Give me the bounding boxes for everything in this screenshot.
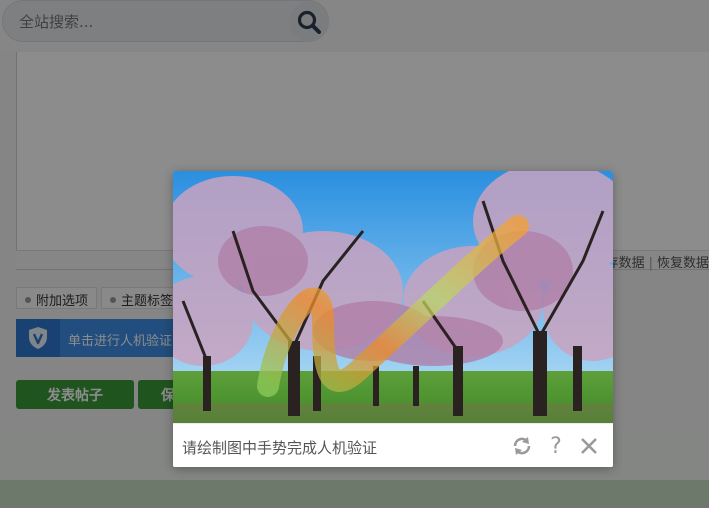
captcha-dialog: 请绘制图中手势完成人机验证 ? (173, 171, 613, 467)
captcha-image[interactable] (173, 171, 613, 423)
captcha-footer: 请绘制图中手势完成人机验证 ? (173, 423, 613, 467)
help-icon[interactable]: ? (544, 434, 568, 459)
close-icon[interactable] (577, 434, 601, 458)
refresh-icon[interactable] (510, 434, 534, 458)
captcha-prompt: 请绘制图中手势完成人机验证 (182, 439, 378, 457)
